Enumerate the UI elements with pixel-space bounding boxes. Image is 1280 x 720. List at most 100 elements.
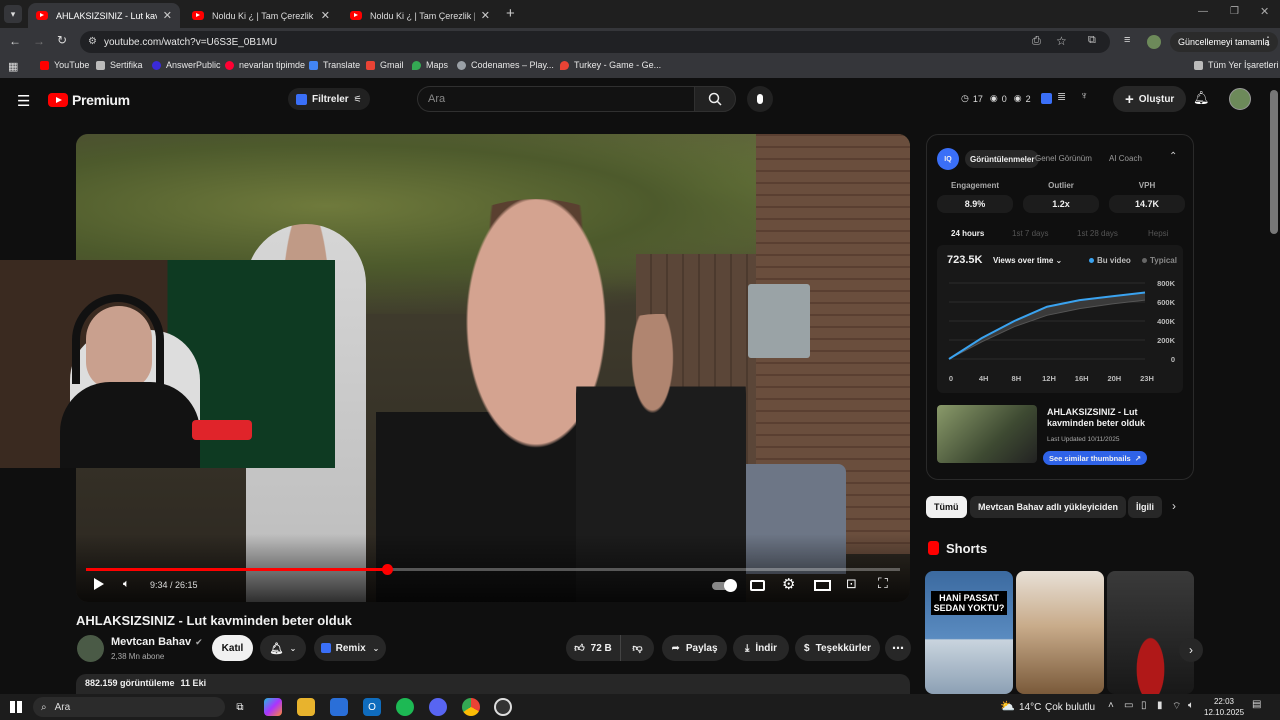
weather-desc[interactable]: Çok bulutlu [1045, 702, 1095, 713]
browser-menu-icon[interactable]: ⋮ [1262, 34, 1274, 48]
bookmark-codenames[interactable]: Codenames – Play... [457, 60, 554, 70]
theater-mode-icon[interactable] [814, 580, 831, 591]
back-icon[interactable]: ← [9, 34, 21, 48]
settings-gear-icon[interactable]: ⚙ [782, 575, 795, 593]
thanks-button[interactable]: $ Teşekkürler [795, 635, 880, 661]
vidiq-tab-overview[interactable]: Genel Görünüm [1035, 154, 1092, 163]
volume-icon[interactable]: 🔈︎ [123, 578, 130, 591]
bookmark-translate[interactable]: Translate [309, 60, 360, 70]
battery-icon[interactable]: ▯ [1141, 700, 1147, 711]
period-7d[interactable]: 1st 7 days [1012, 229, 1048, 238]
play-button[interactable] [94, 578, 104, 590]
bookmark-turkey[interactable]: Turkey - Game - Ge... [560, 60, 661, 70]
start-button[interactable] [10, 701, 22, 713]
join-button[interactable]: Katıl [212, 635, 253, 661]
tab-2[interactable]: Noldu Ki ¿ | Tam Çerezlik | #247 ✕ [184, 3, 338, 28]
subtitles-icon[interactable] [750, 580, 765, 591]
channel-name[interactable]: Mevtcan Bahav ✔ [111, 636, 203, 648]
notifications-icon[interactable]: ▤ [1252, 699, 1261, 710]
search-input[interactable]: Ara [417, 86, 694, 112]
period-28d[interactable]: 1st 28 days [1077, 229, 1118, 238]
short-thumbnail[interactable] [1016, 571, 1104, 694]
tray-chevron-icon[interactable]: ˄ [1108, 700, 1114, 711]
collapse-chevron-icon[interactable]: ⌃ [1169, 151, 1177, 162]
bookmark-gmail[interactable]: Gmail [366, 60, 404, 70]
subscribed-bell-button[interactable]: 🔔︎ ⌄ [260, 635, 306, 661]
extensions-icon[interactable]: ⧉ [1088, 34, 1096, 47]
period-all[interactable]: Hepsi [1148, 229, 1168, 238]
close-tab-icon[interactable]: ✕ [321, 9, 330, 22]
bookmark-answerpublic[interactable]: AnswerPublic [152, 60, 221, 70]
channel-avatar[interactable] [77, 635, 104, 662]
all-bookmarks[interactable]: Tüm Yer İşaretleri [1194, 60, 1279, 70]
bookmark-sertifika[interactable]: Sertifika [96, 60, 143, 70]
copilot-icon[interactable] [264, 698, 282, 716]
page-scrollbar[interactable] [1270, 90, 1278, 234]
vidiq-tab-ai-coach[interactable]: AI Coach [1109, 154, 1142, 163]
vidiq-tab-views[interactable]: Görüntülenmeler [965, 150, 1040, 168]
hamburger-menu-icon[interactable]: ☰ [17, 92, 30, 110]
description-box[interactable]: 882.159 görüntüleme 11 Eki [76, 674, 910, 694]
vidiq-menu-icon[interactable]: ≣ [1057, 90, 1066, 103]
voice-search-button[interactable] [747, 86, 773, 112]
restore-window-icon[interactable]: ❐ [1230, 6, 1239, 17]
volume-tray-icon[interactable]: 🔈︎ [1188, 700, 1194, 711]
vidiq-extension-icon[interactable] [1041, 93, 1052, 104]
outlook-icon[interactable]: O [363, 698, 381, 716]
fullscreen-icon[interactable]: ⛶ [878, 575, 888, 592]
bookmark-nevarlan[interactable]: nevarlan tipimde [225, 60, 305, 70]
period-24h[interactable]: 24 hours [951, 229, 984, 238]
store-icon[interactable] [330, 698, 348, 716]
new-tab-button[interactable]: + [506, 5, 515, 22]
short-thumbnail[interactable] [1107, 571, 1194, 694]
chip-from-uploader[interactable]: Mevtcan Bahav adlı yükleyiciden [970, 496, 1127, 518]
discord-icon[interactable] [429, 698, 447, 716]
youtube-logo[interactable]: Premium [48, 92, 130, 108]
search-button[interactable] [694, 86, 736, 112]
vidiq-filters-button[interactable]: Filtreler ⚟ [288, 88, 370, 110]
task-view-icon[interactable]: ⧉ [231, 698, 249, 716]
taskbar-search[interactable]: ⌕ Ara [33, 697, 225, 717]
reload-icon[interactable]: ↻ [57, 33, 67, 47]
close-tab-icon[interactable]: ✕ [481, 9, 490, 22]
cast-icon[interactable]: ⊡ [846, 576, 857, 592]
network-icon[interactable]: ▭ [1124, 700, 1133, 711]
chips-next-icon[interactable]: › [1172, 499, 1176, 513]
card-thumbnail[interactable] [937, 405, 1037, 463]
notifications-bell-icon[interactable]: 🔔︎ [1193, 90, 1210, 106]
progress-bar[interactable] [86, 564, 900, 575]
site-info-icon[interactable]: ⚙ [88, 36, 97, 47]
chip-all[interactable]: Tümü [926, 496, 967, 518]
create-button[interactable]: + Oluştur [1113, 86, 1187, 112]
forward-icon[interactable]: → [33, 34, 45, 48]
clock[interactable]: 22:03 12.10.2025 [1204, 696, 1244, 718]
wifi-icon[interactable]: ⌔ [1172, 700, 1181, 713]
see-similar-thumbnails-button[interactable]: See similar thumbnails ↗ [1043, 451, 1147, 465]
weather-temp[interactable]: 14°C [1019, 702, 1041, 713]
like-button[interactable]: 👍︎ 72 B [566, 635, 621, 661]
chrome-icon[interactable] [462, 698, 480, 716]
tab-search-button[interactable]: ▾ [4, 5, 22, 23]
address-bar[interactable]: ⚙ youtube.com/watch?v=U6S3E_0B1MU ⎙ ☆ ⧉ [80, 31, 1110, 53]
vidiq-stats[interactable]: ◷ 17 ◉ 0 ◉ 2 [961, 93, 1031, 104]
account-avatar[interactable] [1229, 88, 1251, 110]
mic-tray-icon[interactable]: ▮ [1157, 700, 1163, 711]
share-button[interactable]: ➦ Paylaş [662, 635, 727, 661]
chart-mode-dropdown[interactable]: Views over time ⌄ [993, 256, 1062, 265]
tab-3[interactable]: Noldu Ki ¿ | Tam Çerezlik | #248 ✕ [342, 3, 498, 28]
install-app-icon[interactable]: ⎙ [1032, 35, 1041, 48]
remix-button[interactable]: Remix ⌄ [314, 635, 386, 661]
apps-icon[interactable]: ▦ [8, 60, 18, 73]
close-window-icon[interactable]: ✕ [1260, 5, 1269, 18]
bookmark-youtube[interactable]: YouTube [40, 60, 89, 70]
profile-avatar[interactable] [1147, 35, 1161, 49]
tab-1[interactable]: AHLAKSIZSINIZ - Lut kavminden ✕ [28, 3, 180, 28]
trophy-icon[interactable]: ♆ [1080, 90, 1088, 102]
short-thumbnail[interactable]: HANİ PASSAT SEDAN YOKTU? [925, 571, 1013, 694]
close-tab-icon[interactable]: ✕ [163, 9, 172, 22]
bookmark-maps[interactable]: Maps [412, 60, 448, 70]
spotify-icon[interactable] [396, 698, 414, 716]
reading-list-icon[interactable]: ≡ [1124, 34, 1130, 46]
more-actions-button[interactable]: ⋯ [885, 635, 911, 661]
autoplay-toggle[interactable] [712, 579, 737, 592]
